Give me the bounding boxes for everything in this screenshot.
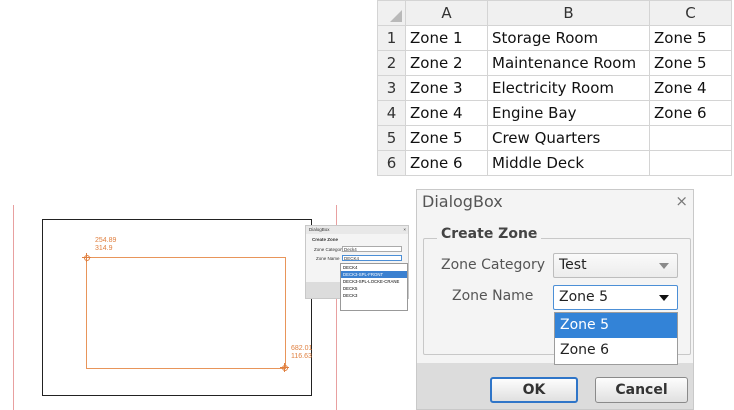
sheet-grid: A B C 1 Zone 1 Storage Room Zone 5 2 Zon… <box>377 0 732 176</box>
row-header[interactable]: 4 <box>377 100 406 126</box>
close-icon[interactable]: × <box>403 226 406 234</box>
close-icon[interactable]: × <box>675 192 688 210</box>
cell[interactable]: Storage Room <box>487 25 650 51</box>
corner-marker-icon[interactable] <box>82 253 91 262</box>
cell[interactable]: Crew Quarters <box>487 125 650 151</box>
mini-group-title: Create Zone <box>312 237 339 242</box>
spreadsheet: A B C 1 Zone 1 Storage Room Zone 5 2 Zon… <box>377 0 734 180</box>
list-item[interactable]: DECK3-SPL-LOCKE-CRANE <box>341 278 407 285</box>
cell[interactable]: Zone 1 <box>405 25 488 51</box>
guide-line <box>13 205 14 410</box>
table-row: 5 Zone 5 Crew Quarters <box>377 125 732 151</box>
corner-marker-icon[interactable] <box>280 363 289 372</box>
cell[interactable]: Zone 2 <box>405 50 488 76</box>
column-header-a[interactable]: A <box>405 0 488 26</box>
mini-name-select[interactable]: DECK4 <box>342 255 402 261</box>
coord-x: 254.89 <box>95 237 117 244</box>
cell[interactable]: Zone 6 <box>405 150 488 176</box>
row-header[interactable]: 2 <box>377 50 406 76</box>
list-item[interactable]: DECK3 <box>341 292 407 299</box>
mini-category-select[interactable]: Deck4 <box>342 246 402 252</box>
table-row: 6 Zone 6 Middle Deck <box>377 150 732 176</box>
mini-name-label: Zone Name <box>316 256 340 261</box>
row-header[interactable]: 6 <box>377 150 406 176</box>
zone-category-value: Test <box>559 257 587 273</box>
table-row: 4 Zone 4 Engine Bay Zone 6 <box>377 100 732 126</box>
list-item[interactable]: DECK4 <box>341 264 407 271</box>
chevron-down-icon <box>659 295 669 301</box>
cell[interactable]: Zone 4 <box>649 75 732 101</box>
top-left-coordinates: 254.89 314.9 <box>95 237 116 253</box>
column-header-b[interactable]: B <box>487 0 650 26</box>
cell[interactable]: Engine Bay <box>487 100 650 126</box>
cell[interactable]: Zone 6 <box>649 100 732 126</box>
cell[interactable]: Middle Deck <box>487 150 650 176</box>
dialog-title: DialogBox <box>422 192 503 211</box>
coord-x: 682.01 <box>291 345 313 352</box>
coord-y: 116.63 <box>291 353 312 360</box>
zone-name-label: Zone Name <box>452 288 534 304</box>
create-zone-dialog: DialogBox × Create Zone Zone Category Te… <box>416 189 694 410</box>
cad-drawing-canvas[interactable]: 254.89 314.9 682.01 116.63 DialogBox × C… <box>0 205 410 410</box>
list-item[interactable]: Zone 5 <box>555 313 677 338</box>
row-header[interactable]: 5 <box>377 125 406 151</box>
list-item[interactable]: DECK3-SPL-FRONT <box>341 271 407 278</box>
cell[interactable]: Zone 5 <box>405 125 488 151</box>
zone-rectangle[interactable] <box>86 257 286 369</box>
row-header[interactable]: 1 <box>377 25 406 51</box>
row-header[interactable]: 3 <box>377 75 406 101</box>
column-header-row: A B C <box>377 0 732 26</box>
mini-category-label: Zone Category <box>314 247 344 252</box>
group-title: Create Zone <box>437 226 542 242</box>
mini-dialog-title: DialogBox <box>306 226 408 234</box>
cell[interactable]: Zone 4 <box>405 100 488 126</box>
zone-category-select[interactable]: Test <box>553 253 678 278</box>
table-row: 3 Zone 3 Electricity Room Zone 4 <box>377 75 732 101</box>
cancel-button[interactable]: Cancel <box>595 377 688 403</box>
zone-category-label: Zone Category <box>441 257 546 273</box>
cell[interactable]: Zone 3 <box>405 75 488 101</box>
table-row: 2 Zone 2 Maintenance Room Zone 5 <box>377 50 732 76</box>
ok-button[interactable]: OK <box>490 377 578 403</box>
select-all-corner[interactable] <box>377 0 406 26</box>
column-header-c[interactable]: C <box>649 0 732 26</box>
mini-dropdown-list: DECK4 DECK3-SPL-FRONT DECK3-SPL-LOCKE-CR… <box>340 263 408 311</box>
cell[interactable]: Zone 5 <box>649 25 732 51</box>
cell[interactable]: Maintenance Room <box>487 50 650 76</box>
bottom-right-coordinates: 682.01 116.63 <box>291 345 312 361</box>
cell[interactable]: Zone 5 <box>649 50 732 76</box>
list-item[interactable]: Zone 6 <box>555 338 677 363</box>
chevron-down-icon <box>659 263 669 269</box>
coord-y: 314.9 <box>95 245 113 252</box>
cell[interactable] <box>649 150 732 176</box>
list-item[interactable]: DECK5 <box>341 285 407 292</box>
zone-name-value: Zone 5 <box>559 289 608 305</box>
zone-name-select[interactable]: Zone 5 <box>553 285 678 310</box>
cell[interactable]: Electricity Room <box>487 75 650 101</box>
dialog-titlebar[interactable]: DialogBox × <box>417 190 693 214</box>
zone-name-dropdown-list: Zone 5 Zone 6 <box>554 312 678 365</box>
table-row: 1 Zone 1 Storage Room Zone 5 <box>377 25 732 51</box>
cell[interactable] <box>649 125 732 151</box>
